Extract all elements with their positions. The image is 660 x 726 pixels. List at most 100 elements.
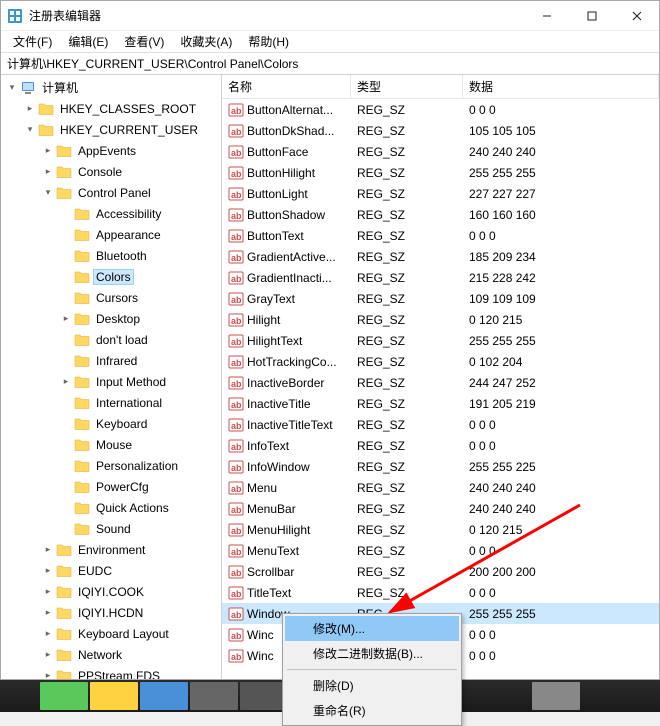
expander-icon[interactable]: ▸ xyxy=(41,606,55,620)
list-row[interactable]: abScrollbarREG_SZ200 200 200 xyxy=(222,561,659,582)
tree-item-IQIYI.HCDN[interactable]: ▸IQIYI.HCDN xyxy=(1,602,221,623)
expander-icon[interactable]: ▸ xyxy=(59,312,73,326)
expander-icon[interactable]: ▾ xyxy=(23,123,37,137)
list-row[interactable]: abMenuTextREG_SZ0 0 0 xyxy=(222,540,659,561)
tree-item-Cursors[interactable]: ·Cursors xyxy=(1,287,221,308)
column-type[interactable]: 类型 xyxy=(351,75,463,98)
list-pane[interactable]: 名称 类型 数据 abButtonAlternat...REG_SZ0 0 0a… xyxy=(222,75,659,679)
tree-item-Environment[interactable]: ▸ Environment xyxy=(1,539,221,560)
tree-item-Desktop[interactable]: ▸Desktop xyxy=(1,308,221,329)
menu-查看(V)[interactable]: 查看(V) xyxy=(116,31,172,52)
list-row[interactable]: abMenuREG_SZ240 240 240 xyxy=(222,477,659,498)
list-row[interactable]: abButtonTextREG_SZ0 0 0 xyxy=(222,225,659,246)
column-data[interactable]: 数据 xyxy=(463,75,659,98)
list-row[interactable]: abInactiveBorderREG_SZ244 247 252 xyxy=(222,372,659,393)
tree-item-EUDC[interactable]: ▸EUDC xyxy=(1,560,221,581)
context-menu-item[interactable]: 修改二进制数据(B)... xyxy=(285,641,459,666)
expander-icon[interactable]: ▸ xyxy=(41,564,55,578)
list-row[interactable]: abInfoTextREG_SZ0 0 0 xyxy=(222,435,659,456)
tree-item-Sound[interactable]: ·Sound xyxy=(1,518,221,539)
list-row[interactable]: abGradientActive...REG_SZ185 209 234 xyxy=(222,246,659,267)
list-row[interactable]: abButtonFaceREG_SZ240 240 240 xyxy=(222,141,659,162)
close-button[interactable] xyxy=(614,1,659,30)
taskbar-item[interactable] xyxy=(140,682,188,710)
expander-icon[interactable]: ▸ xyxy=(41,585,55,599)
list-row[interactable]: abGradientInacti...REG_SZ215 228 242 xyxy=(222,267,659,288)
list-row[interactable]: abButtonAlternat...REG_SZ0 0 0 xyxy=(222,99,659,120)
tree-item-Infrared[interactable]: ·Infrared xyxy=(1,350,221,371)
tree-item-PPStream.FDS[interactable]: ▸PPStream.FDS xyxy=(1,665,221,679)
tree-item-PowerCfg[interactable]: ·PowerCfg xyxy=(1,476,221,497)
tree-item-Network[interactable]: ▸Network xyxy=(1,644,221,665)
tree-item-Appearance[interactable]: ·Appearance xyxy=(1,224,221,245)
tree-item-Keyboard[interactable]: ·Keyboard xyxy=(1,413,221,434)
list-row[interactable]: abButtonDkShad...REG_SZ105 105 105 xyxy=(222,120,659,141)
list-row[interactable]: abButtonShadowREG_SZ160 160 160 xyxy=(222,204,659,225)
context-menu[interactable]: 修改(M)...修改二进制数据(B)... 删除(D)重命名(R) xyxy=(282,613,462,726)
expander-icon[interactable]: ▾ xyxy=(41,186,55,200)
expander-icon[interactable]: ▾ xyxy=(5,81,19,95)
tree-item-HKEY_CLASSES_ROOT[interactable]: ▸HKEY_CLASSES_ROOT xyxy=(1,98,221,119)
menu-文件(F)[interactable]: 文件(F) xyxy=(5,31,60,52)
tree-item-Keyboard Layout[interactable]: ▸Keyboard Layout xyxy=(1,623,221,644)
list-row[interactable]: abButtonHilightREG_SZ255 255 255 xyxy=(222,162,659,183)
tree-item-AppEvents[interactable]: ▸AppEvents xyxy=(1,140,221,161)
value-data: 0 0 0 xyxy=(463,544,659,558)
expander-icon[interactable]: ▸ xyxy=(41,627,55,641)
maximize-button[interactable] xyxy=(569,1,614,30)
expander-icon[interactable]: ▸ xyxy=(41,543,55,557)
window-title: 注册表编辑器 xyxy=(29,7,524,24)
tree-item-Mouse[interactable]: ·Mouse xyxy=(1,434,221,455)
menu-编辑(E)[interactable]: 编辑(E) xyxy=(60,31,116,52)
context-menu-item[interactable]: 修改(M)... xyxy=(285,616,459,641)
tree-item-Input Method[interactable]: ▸Input Method xyxy=(1,371,221,392)
tree-item-Personalization[interactable]: ·Personalization xyxy=(1,455,221,476)
taskbar-item[interactable] xyxy=(190,682,238,710)
tree-item-Console[interactable]: ▸Console xyxy=(1,161,221,182)
expander-icon[interactable]: ▸ xyxy=(41,669,55,680)
expander-icon[interactable]: ▸ xyxy=(59,375,73,389)
list-row[interactable]: abHilightTextREG_SZ255 255 255 xyxy=(222,330,659,351)
column-name[interactable]: 名称 xyxy=(222,75,351,98)
tree-item-Bluetooth[interactable]: ·Bluetooth xyxy=(1,245,221,266)
list-row[interactable]: abMenuHilightREG_SZ0 120 215 xyxy=(222,519,659,540)
list-row[interactable]: abTitleTextREG_SZ0 0 0 xyxy=(222,582,659,603)
taskbar-item[interactable] xyxy=(532,682,580,710)
tree-item-HKEY_CURRENT_USER[interactable]: ▾HKEY_CURRENT_USER xyxy=(1,119,221,140)
tree-item-IQIYI.COOK[interactable]: ▸IQIYI.COOK xyxy=(1,581,221,602)
expander-icon[interactable]: ▸ xyxy=(41,165,55,179)
list-row[interactable]: abInactiveTitleTextREG_SZ0 0 0 xyxy=(222,414,659,435)
list-row[interactable]: abInactiveTitleREG_SZ191 205 219 xyxy=(222,393,659,414)
list-row[interactable]: abButtonLightREG_SZ227 227 227 xyxy=(222,183,659,204)
address-bar[interactable]: 计算机\HKEY_CURRENT_USER\Control Panel\Colo… xyxy=(1,53,659,75)
tree-item-计算机[interactable]: ▾计算机 xyxy=(1,77,221,98)
reg-string-icon: ab xyxy=(228,543,244,559)
taskbar-item[interactable] xyxy=(240,682,288,710)
tree-item-Colors[interactable]: ·Colors xyxy=(1,266,221,287)
menu-帮助(H)[interactable]: 帮助(H) xyxy=(240,31,297,52)
reg-string-icon: ab xyxy=(228,186,244,202)
folder-icon xyxy=(74,522,90,536)
tree-item-Control Panel[interactable]: ▾Control Panel xyxy=(1,182,221,203)
tree-pane[interactable]: ▾计算机▸HKEY_CLASSES_ROOT▾HKEY_CURRENT_USER… xyxy=(1,75,222,679)
list-row[interactable]: abMenuBarREG_SZ240 240 240 xyxy=(222,498,659,519)
list-row[interactable]: abGrayTextREG_SZ109 109 109 xyxy=(222,288,659,309)
expander-icon[interactable]: ▸ xyxy=(41,648,55,662)
value-data: 255 255 255 xyxy=(463,607,659,621)
minimize-button[interactable] xyxy=(524,1,569,30)
tree-label: Environment xyxy=(75,543,148,557)
taskbar-item[interactable] xyxy=(90,682,138,710)
context-menu-item[interactable]: 重命名(R) xyxy=(285,698,459,723)
list-row[interactable]: abHotTrackingCo...REG_SZ0 102 204 xyxy=(222,351,659,372)
tree-item-International[interactable]: ·International xyxy=(1,392,221,413)
expander-icon[interactable]: ▸ xyxy=(23,102,37,116)
taskbar-item[interactable] xyxy=(40,682,88,710)
context-menu-item[interactable]: 删除(D) xyxy=(285,673,459,698)
tree-item-Accessibility[interactable]: ·Accessibility xyxy=(1,203,221,224)
menu-收藏夹(A)[interactable]: 收藏夹(A) xyxy=(172,31,240,52)
list-row[interactable]: abHilightREG_SZ0 120 215 xyxy=(222,309,659,330)
expander-icon[interactable]: ▸ xyxy=(41,144,55,158)
list-row[interactable]: abInfoWindowREG_SZ255 255 225 xyxy=(222,456,659,477)
tree-item-don't load[interactable]: ·don't load xyxy=(1,329,221,350)
tree-item-Quick Actions[interactable]: ·Quick Actions xyxy=(1,497,221,518)
